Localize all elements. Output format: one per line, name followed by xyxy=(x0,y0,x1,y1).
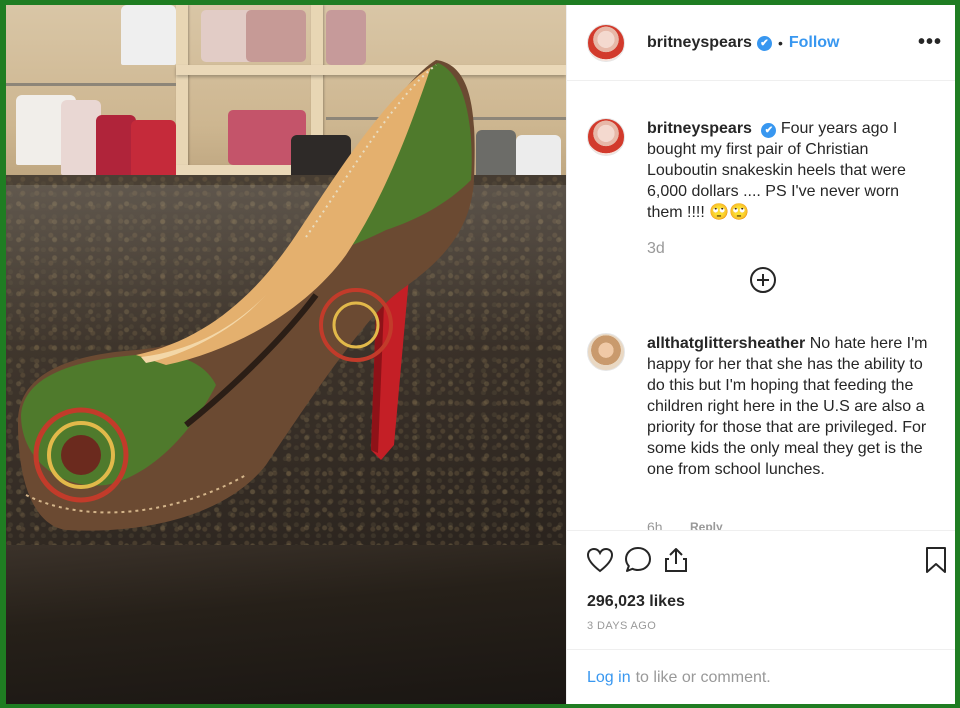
high-heel-shoe xyxy=(17,60,475,531)
instagram-post: britneyspears ✔ • Follow ••• britneyspea… xyxy=(6,5,955,704)
likes-count[interactable]: 296,023 likes xyxy=(587,593,685,611)
username-link[interactable]: britneyspears xyxy=(647,120,752,137)
login-prompt: Log in to like or comment. xyxy=(567,649,955,704)
more-options-icon[interactable]: ••• xyxy=(918,31,942,54)
heart-icon[interactable] xyxy=(585,545,615,575)
verified-badge-icon: ✔ xyxy=(761,123,777,138)
post-actions: 296,023 likes 3 DAYS AGO Log in to like … xyxy=(567,530,955,704)
bookmark-icon[interactable] xyxy=(921,545,951,575)
username-link[interactable]: britneyspears xyxy=(647,34,752,52)
follow-button[interactable]: Follow xyxy=(789,34,840,52)
post-photo[interactable] xyxy=(6,5,566,704)
login-prompt-text: to like or comment. xyxy=(635,668,771,686)
share-icon[interactable] xyxy=(661,545,691,575)
caption-body: britneyspears ✔ Four years ago I bought … xyxy=(647,118,937,223)
comment-body: allthatglittersheather No hate here I'm … xyxy=(647,333,937,480)
comment-age[interactable]: 6h xyxy=(647,519,663,530)
reply-button[interactable]: Reply xyxy=(690,520,723,530)
post-header: britneyspears ✔ • Follow ••• xyxy=(567,5,955,81)
load-more-comments-icon[interactable] xyxy=(750,267,776,293)
username-link[interactable]: allthatglittersheather xyxy=(647,335,805,352)
avatar[interactable] xyxy=(587,24,625,62)
caption-age[interactable]: 3d xyxy=(647,240,665,258)
comment-text: No hate here I'm happy for her that she … xyxy=(647,335,928,478)
header-user: britneyspears ✔ • Follow xyxy=(647,34,840,52)
post-sidebar: britneyspears ✔ • Follow ••• britneyspea… xyxy=(566,5,955,704)
verified-badge-icon: ✔ xyxy=(756,35,772,51)
avatar[interactable] xyxy=(587,333,625,371)
login-link[interactable]: Log in xyxy=(587,669,631,687)
comments-section[interactable]: britneyspears ✔ Four years ago I bought … xyxy=(567,82,955,530)
separator-dot: • xyxy=(777,35,783,51)
comment-icon[interactable] xyxy=(623,545,653,575)
avatar[interactable] xyxy=(587,118,625,156)
green-frame: britneyspears ✔ • Follow ••• britneyspea… xyxy=(0,0,960,708)
post-date[interactable]: 3 DAYS AGO xyxy=(587,620,656,632)
